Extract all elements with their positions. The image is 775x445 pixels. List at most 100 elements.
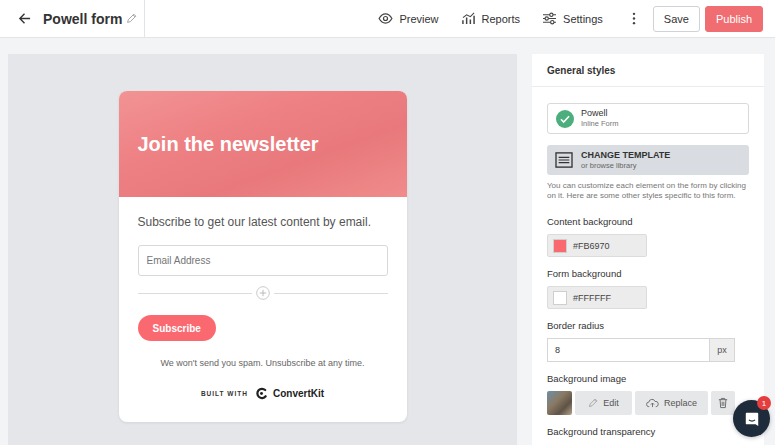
style-field: Border radius 8px (547, 320, 749, 362)
change-template-text: CHANGE TEMPLATEor browse library (581, 150, 670, 171)
more-button[interactable] (632, 12, 636, 25)
action-label: Reports (482, 13, 521, 25)
eye-icon (378, 13, 393, 24)
preview-action[interactable]: Preview (378, 13, 438, 25)
edit-button[interactable]: Edit (575, 391, 632, 415)
subscribe-button[interactable]: Subscribe (138, 315, 216, 341)
upload-cloud-icon (646, 398, 659, 408)
form-disclaimer[interactable]: We won't send you spam. Unsubscribe at a… (138, 357, 388, 369)
form-header: Join the newsletter (119, 91, 407, 197)
template-icon (555, 152, 573, 168)
field-label: Background transparency (547, 426, 749, 438)
sliders-icon (551, 21, 554, 24)
unit-addon: px (709, 338, 735, 362)
pencil-icon (126, 13, 137, 24)
pencil-icon (590, 399, 598, 407)
kebab-icon (632, 12, 636, 25)
divider-line (138, 293, 252, 294)
publish-button[interactable]: Publish (705, 6, 763, 32)
number-input[interactable]: 8 (547, 338, 709, 362)
check-circle-icon (556, 110, 574, 128)
add-field-button[interactable] (256, 286, 270, 300)
template-icon (556, 153, 572, 167)
check-circle-icon (561, 116, 569, 122)
settings-action[interactable]: Settings (542, 12, 603, 25)
template-icon (559, 157, 570, 162)
background-thumbnail (547, 391, 572, 415)
chart-icon (462, 16, 473, 24)
form-card: Join the newsletter Subscribe to get our … (119, 91, 407, 422)
sliders-icon (545, 17, 548, 20)
field-label: Content background (547, 216, 749, 228)
template-card[interactable]: PowellInline Form (547, 103, 749, 134)
pencil-icon (588, 398, 598, 408)
style-field: Content background #FB6970 (547, 216, 749, 257)
replace-button[interactable]: Replace (635, 391, 708, 415)
button-label: Replace (664, 398, 697, 408)
editor-main: Join the newsletter Subscribe to get our … (0, 38, 775, 445)
sliders-icon (542, 12, 557, 25)
template-type: Inline Form (581, 119, 619, 129)
field-label: Form background (547, 268, 749, 280)
back-button[interactable] (18, 12, 31, 25)
save-button[interactable]: Save (653, 6, 700, 32)
action-label: Settings (563, 13, 603, 25)
style-field: Form background #FFFFFF (547, 268, 749, 309)
convertkit-logo-icon (255, 387, 268, 400)
rename-button[interactable] (126, 13, 137, 24)
template-name: Powell (581, 108, 619, 119)
panel-title: General styles (532, 54, 764, 87)
color-swatch[interactable] (553, 239, 567, 253)
back-arrow-icon (18, 12, 31, 25)
convertkit-logo-icon (260, 392, 263, 395)
form-canvas: Join the newsletter Subscribe to get our … (8, 54, 517, 445)
kebab-icon (633, 13, 635, 15)
field-label: Border radius (547, 320, 749, 332)
trash-icon (719, 398, 727, 407)
upload-cloud-icon (647, 399, 659, 406)
eye-icon (380, 14, 393, 23)
form-subtitle[interactable]: Subscribe to get our latest content by e… (138, 214, 388, 230)
add-field-row (138, 286, 388, 300)
color-input[interactable]: #FB6970 (547, 234, 647, 257)
style-field: Background image Edit Replace (547, 373, 749, 415)
kebab-icon (633, 17, 635, 19)
chat-icon (745, 412, 757, 425)
email-input[interactable] (138, 245, 388, 276)
title-section: Powell form (0, 0, 145, 37)
sliders-icon (550, 13, 553, 16)
field-label: Background image (547, 373, 749, 385)
brand-name: ConvertKit (273, 388, 324, 399)
divider-line (274, 293, 388, 294)
form-heading[interactable]: Join the newsletter (138, 131, 319, 157)
change-template-sub: or browse library (581, 161, 670, 171)
reports-action[interactable]: Reports (461, 12, 521, 25)
action-label: Preview (399, 13, 438, 25)
eye-icon (384, 16, 388, 20)
pencil-icon (128, 14, 136, 22)
top-bar: Powell form Preview Reports Settings SavePub… (0, 0, 775, 38)
color-value: #FFFFFF (573, 293, 611, 303)
remove-image-button[interactable] (711, 391, 735, 415)
color-input[interactable]: #FFFFFF (547, 286, 647, 309)
kebab-icon (633, 22, 635, 24)
convertkit-logo-icon (257, 388, 265, 397)
color-swatch[interactable] (553, 291, 567, 305)
trash-icon (718, 397, 728, 409)
plus-icon (256, 287, 269, 300)
form-body: Subscribe to get our latest content by e… (119, 197, 407, 422)
toolbar: Preview Reports Settings SavePublish (378, 6, 775, 32)
chart-icon (461, 12, 476, 25)
panel-body: PowellInline Form CHANGE TEMPLATEor brows… (532, 87, 764, 438)
change-template-button[interactable]: CHANGE TEMPLATEor browse library (547, 145, 749, 175)
check-circle-icon (556, 110, 574, 128)
form-title: Powell form (43, 11, 122, 27)
upload-cloud-icon (651, 403, 654, 407)
built-with-badge[interactable]: BUILT WITHConvertKit (138, 386, 388, 400)
chat-icon (744, 411, 760, 427)
styles-panel: General styles PowellInline Form CHANGE TE… (532, 54, 764, 445)
plus-icon (259, 290, 265, 296)
style-field: Background transparency (547, 426, 749, 438)
chart-icon (462, 13, 473, 18)
template-info: PowellInline Form (581, 108, 619, 129)
